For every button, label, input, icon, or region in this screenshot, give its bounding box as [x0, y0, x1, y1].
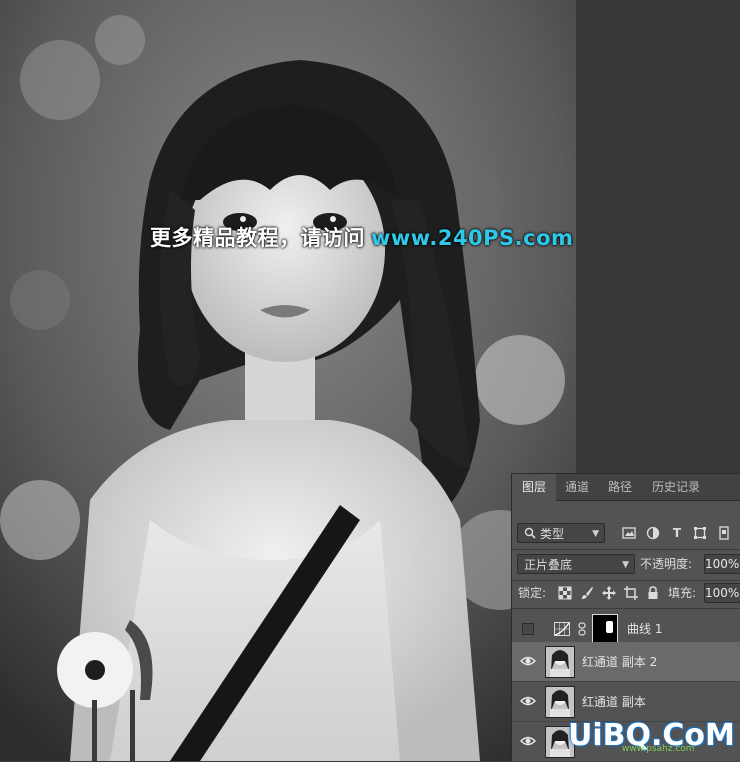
blend-row: 正片叠底 ▼ 不透明度: 100% — [512, 554, 740, 576]
brush-icon[interactable] — [580, 586, 594, 600]
fill-label: 填充: — [668, 586, 697, 600]
separator — [512, 549, 740, 550]
search-icon — [524, 527, 536, 539]
filter-type-dropdown[interactable]: 类型 ▼ — [517, 523, 605, 543]
move-icon[interactable] — [602, 586, 616, 600]
opacity-field[interactable]: 100% — [704, 554, 740, 574]
opacity-label: 不透明度: — [640, 557, 693, 571]
layer-mask-thumbnail[interactable] — [592, 614, 618, 644]
panel-tabs: 图层 通道 路径 历史记录 — [512, 474, 740, 501]
layer-thumbnail[interactable] — [545, 646, 575, 678]
watermark-url: www.240PS.com — [371, 226, 574, 250]
mask-shape — [606, 621, 613, 633]
chevron-down-icon: ▼ — [622, 560, 629, 570]
shape-filter-icon[interactable] — [693, 526, 707, 540]
image-filter-icon[interactable] — [622, 526, 636, 540]
adjustment-filter-icon[interactable] — [646, 526, 660, 540]
site-logo-url: www.psahz.com — [622, 744, 695, 754]
layer-name: 红通道 副本 2 — [582, 655, 658, 669]
photo-image — [0, 0, 576, 761]
filter-type-label: 类型 — [540, 527, 565, 541]
layer-row-red-copy[interactable]: 红通道 副本 — [512, 682, 740, 722]
separator — [512, 580, 740, 581]
lock-icon[interactable] — [646, 586, 660, 600]
tab-paths[interactable]: 路径 — [598, 474, 642, 500]
link-icon[interactable] — [578, 622, 586, 636]
layer-thumbnail[interactable] — [545, 686, 575, 718]
eye-icon[interactable] — [520, 695, 536, 707]
filter-row: 类型 ▼ T — [512, 523, 740, 545]
document-canvas[interactable]: 更多精品教程，请访问 www.240PS.com — [0, 0, 576, 761]
tab-channels[interactable]: 通道 — [556, 474, 598, 500]
eye-icon[interactable] — [520, 735, 536, 747]
smart-object-filter-icon[interactable] — [717, 526, 731, 540]
curves-adjustment-icon — [554, 622, 570, 636]
visibility-toggle-off[interactable] — [522, 623, 534, 635]
blend-mode-dropdown[interactable]: 正片叠底 ▼ — [517, 554, 635, 574]
type-filter-icon[interactable]: T — [670, 526, 684, 540]
eye-icon[interactable] — [520, 655, 536, 667]
blend-mode-value: 正片叠底 — [524, 558, 573, 572]
chevron-down-icon: ▼ — [592, 529, 599, 539]
tab-history[interactable]: 历史记录 — [642, 474, 710, 500]
lock-label: 锁定: — [518, 586, 547, 600]
fill-field[interactable]: 100% — [704, 583, 740, 603]
lock-transparent-pixels-icon[interactable] — [558, 586, 572, 600]
crop-icon[interactable] — [624, 586, 638, 600]
watermark: 更多精品教程，请访问 www.240PS.com — [150, 222, 573, 252]
layer-row-red-copy-2[interactable]: 红通道 副本 2 — [512, 642, 740, 682]
lock-row: 锁定: 填充: 100% — [512, 583, 740, 605]
tab-layers[interactable]: 图层 — [512, 474, 556, 501]
layer-name: 红通道 副本 — [582, 695, 646, 709]
watermark-text: 更多精品教程，请访问 — [150, 226, 365, 250]
